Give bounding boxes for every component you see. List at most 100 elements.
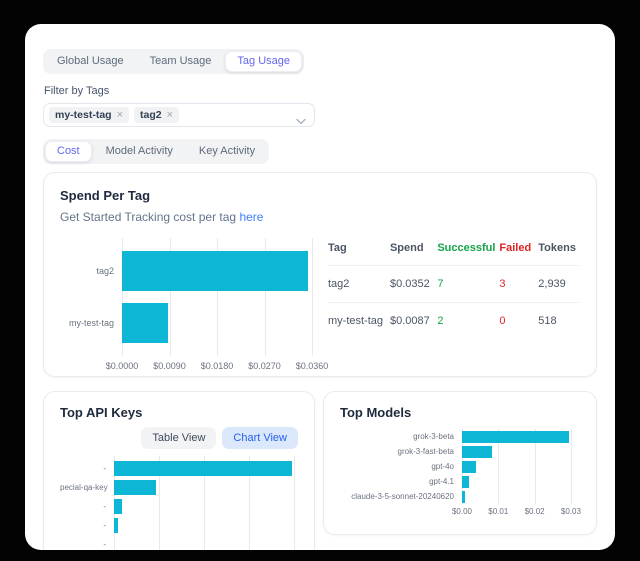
bar-track [114, 518, 294, 533]
top-api-keys-card: Top API Keys Table View Chart View - pecia… [43, 391, 315, 550]
y-axis-label: pecial-qa-key [60, 483, 114, 492]
chart-row: grok-3-beta [340, 429, 580, 444]
remove-tag-icon[interactable]: × [167, 110, 173, 120]
chart-row: - [60, 497, 298, 516]
y-axis-label: tag2 [60, 266, 122, 276]
bar-track [114, 480, 294, 495]
chart-view-button[interactable]: Chart View [222, 427, 298, 449]
table-row: my-test-tag$0.008720518 [328, 303, 580, 340]
top-models-title: Top Models [340, 405, 580, 420]
bar-track [462, 446, 572, 458]
bar-track [122, 251, 312, 291]
column-header-successful: Successful [437, 236, 499, 266]
y-axis-label: - [60, 464, 114, 473]
table-cell: $0.0087 [390, 303, 437, 340]
subtitle-text: Get Started Tracking cost per tag [60, 210, 236, 224]
bar [114, 499, 122, 514]
tab-team-usage[interactable]: Team Usage [138, 51, 224, 72]
chart-row: gpt-4o [340, 459, 580, 474]
bar-track [114, 537, 294, 550]
bar-track [114, 499, 294, 514]
tab-model-activity[interactable]: Model Activity [94, 141, 185, 162]
x-axis-tick: $0.0090 [153, 361, 186, 371]
bar [462, 461, 476, 473]
table-cell: tag2 [328, 266, 390, 303]
chart-row: tag2 [60, 245, 318, 297]
y-axis-label: claude-3-5-sonnet-20240620 [340, 492, 462, 501]
bar [122, 251, 308, 291]
spend-card-title: Spend Per Tag [60, 188, 580, 203]
bottom-cards-row: Top API Keys Table View Chart View - pecia… [43, 391, 597, 550]
x-axis-tick: $0.02 [525, 507, 545, 516]
table-cell: $0.0352 [390, 266, 437, 303]
chart-row: gpt-4.1 [340, 474, 580, 489]
x-axis-tick: $0.00 [452, 507, 472, 516]
bar [462, 431, 569, 443]
chart-row: - [60, 516, 298, 535]
spend-per-tag-card: Spend Per Tag Get Started Tracking cost … [43, 172, 597, 377]
bar [462, 476, 469, 488]
x-axis-tick: $0.01 [488, 507, 508, 516]
x-axis-tick: $0.03 [561, 507, 581, 516]
bar-track [462, 431, 572, 443]
bar-track [114, 461, 294, 476]
chevron-down-icon [296, 112, 306, 130]
x-axis-tick: $0.0000 [106, 361, 139, 371]
y-axis-label: grok-3-beta [340, 432, 462, 441]
top-models-card: Top Models grok-3-beta grok-3-fast-beta gp… [323, 391, 597, 535]
table-cell: 2 [437, 303, 499, 340]
table-row: tag2$0.0352732,939 [328, 266, 580, 303]
chart-row: - [60, 535, 298, 550]
tab-global-usage[interactable]: Global Usage [45, 51, 136, 72]
bar [114, 461, 292, 476]
chart-row: grok-3-fast-beta [340, 444, 580, 459]
top-api-keys-title: Top API Keys [60, 405, 298, 420]
tag-chip-label: my-test-tag [55, 109, 112, 121]
top-api-keys-chart: - pecial-qa-key - - - [60, 456, 298, 550]
cost-tabbar: CostModel ActivityKey Activity [43, 139, 269, 164]
chart-row: pecial-qa-key [60, 478, 298, 497]
spend-card-subtitle: Get Started Tracking cost per tag here [60, 210, 580, 224]
bar [122, 303, 168, 343]
table-cell: 2,939 [538, 266, 580, 303]
table-cell: 3 [499, 266, 538, 303]
column-header-failed: Failed [499, 236, 538, 266]
remove-tag-icon[interactable]: × [117, 110, 123, 120]
column-header-tag: Tag [328, 236, 390, 266]
tab-tag-usage[interactable]: Tag Usage [225, 51, 302, 72]
spend-per-tag-chart: tag2 my-test-tag $0.0000 $0.0090 $0.0180 $0.… [60, 238, 318, 373]
chart-row: claude-3-5-sonnet-20240620 [340, 489, 580, 504]
column-header-tokens: Tokens [538, 236, 580, 266]
bar [114, 480, 156, 495]
usage-tabbar: Global UsageTeam UsageTag Usage [43, 49, 304, 74]
table-cell: my-test-tag [328, 303, 390, 340]
column-header-spend: Spend [390, 236, 437, 266]
main-panel: Global UsageTeam UsageTag Usage Filter b… [25, 24, 615, 550]
bar-track [462, 491, 572, 503]
tab-key-activity[interactable]: Key Activity [187, 141, 267, 162]
y-axis-label: gpt-4o [340, 462, 462, 471]
bar-track [462, 461, 572, 473]
x-axis-tick: $0.0180 [201, 361, 234, 371]
view-toggle: Table View Chart View [60, 427, 298, 449]
tag-chip-my-test-tag[interactable]: my-test-tag × [49, 107, 129, 123]
y-axis-label: grok-3-fast-beta [340, 447, 462, 456]
top-models-chart: grok-3-beta grok-3-fast-beta gpt-4o gpt-4.1… [340, 429, 580, 519]
table-view-button[interactable]: Table View [141, 427, 216, 449]
y-axis-label: - [60, 540, 114, 549]
tag-filter-select[interactable]: my-test-tag×tag2× [43, 103, 315, 127]
tag-chip-tag2[interactable]: tag2× [134, 107, 179, 123]
y-axis-label: - [60, 502, 114, 511]
table-cell: 7 [437, 266, 499, 303]
chart-row: my-test-tag [60, 297, 318, 349]
tab-cost[interactable]: Cost [45, 141, 92, 162]
x-axis-tick: $0.0270 [248, 361, 281, 371]
filter-by-tags-label: Filter by Tags [44, 85, 597, 97]
y-axis-label: - [60, 521, 114, 530]
spend-table: TagSpendSuccessfulFailedTokenstag2$0.035… [328, 236, 580, 339]
here-link[interactable]: here [239, 210, 263, 224]
bar-track [462, 476, 572, 488]
bar [462, 446, 492, 458]
table-cell: 518 [538, 303, 580, 340]
y-axis-label: gpt-4.1 [340, 477, 462, 486]
